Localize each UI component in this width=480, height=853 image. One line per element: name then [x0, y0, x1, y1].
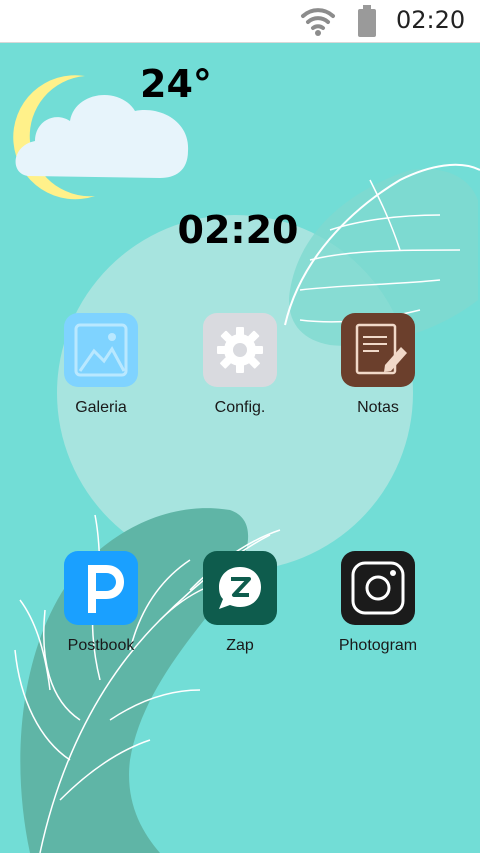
app-label-config: Config. — [214, 399, 266, 416]
wifi-icon — [301, 8, 335, 36]
app-label-galeria: Galeria — [75, 399, 127, 416]
app-photogram[interactable]: Photogram — [313, 551, 443, 655]
gallery-icon[interactable] — [64, 313, 138, 387]
camera-icon[interactable] — [341, 551, 415, 625]
battery-icon — [358, 5, 376, 37]
app-label-postbook: Postbook — [67, 637, 135, 654]
app-postbook[interactable]: Postbook — [36, 551, 166, 655]
status-time: 02:20 — [396, 6, 466, 34]
app-galeria[interactable]: Galeria — [36, 313, 166, 417]
app-label-notas: Notas — [357, 399, 399, 416]
temperature: 24° — [140, 62, 212, 106]
app-zap[interactable]: Zap — [175, 551, 305, 655]
zap-icon[interactable] — [203, 551, 277, 625]
status-bar: 02:20 — [0, 0, 480, 43]
app-label-photogram: Photogram — [338, 637, 418, 654]
app-label-zap: Zap — [226, 637, 254, 654]
notes-icon[interactable] — [341, 313, 415, 387]
gear-icon[interactable] — [203, 313, 277, 387]
postbook-icon[interactable] — [64, 551, 138, 625]
app-notas[interactable]: Notas — [313, 313, 443, 417]
app-config[interactable]: Config. — [175, 313, 305, 417]
home-clock: 02:20 — [177, 208, 299, 252]
